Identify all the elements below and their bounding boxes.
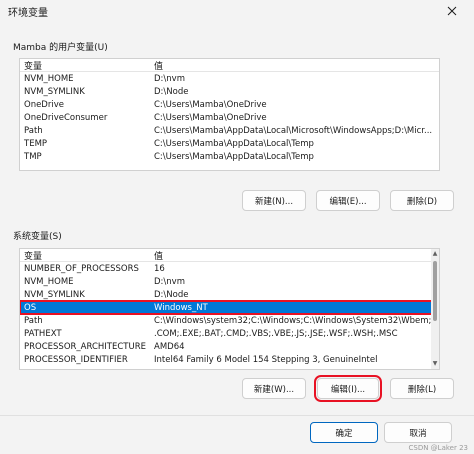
system-new-button[interactable]: 新建(W)...	[242, 378, 306, 399]
variable-value: Windows_NT	[154, 302, 208, 313]
variable-name: NVM_SYMLINK	[24, 86, 85, 97]
table-row[interactable]: PROCESSOR_ARCHITECTURE AMD64	[20, 340, 439, 353]
table-row[interactable]: TMP C:\Users\Mamba\AppData\Local\Temp	[20, 150, 439, 163]
variable-name: TEMP	[24, 138, 48, 149]
variable-name: NVM_HOME	[24, 73, 74, 84]
scroll-down-icon[interactable]: ▼	[432, 361, 438, 367]
user-edit-button[interactable]: 编辑(E)...	[316, 190, 380, 211]
variable-value: AMD64	[154, 341, 185, 352]
system-list-scrollbar[interactable]: ▲ ▼	[431, 249, 439, 369]
title-bar: 环境变量	[0, 0, 474, 22]
column-header-value[interactable]: 值	[151, 59, 439, 72]
table-row[interactable]: OneDrive C:\Users\Mamba\OneDrive	[20, 98, 439, 111]
user-variables-list[interactable]: 变量 值 NVM_HOME D:\nvm NVM_SYMLINK D:\Node…	[19, 58, 440, 171]
table-row[interactable]: Path C:\Windows\system32;C:\Windows;C:\W…	[20, 314, 439, 327]
user-new-button[interactable]: 新建(N)...	[242, 190, 306, 211]
variable-value: C:\Users\Mamba\AppData\Local\Microsoft\W…	[154, 125, 433, 136]
variable-value: C:\Users\Mamba\AppData\Local\Temp	[154, 151, 314, 162]
variable-name: PATHEXT	[24, 328, 62, 339]
variable-name: PROCESSOR_ARCHITECTURE	[24, 341, 146, 352]
column-header-variable[interactable]: 变量	[20, 59, 151, 72]
variable-value: C:\Windows\system32;C:\Windows;C:\Window…	[154, 315, 439, 326]
variable-name: OneDriveConsumer	[24, 112, 108, 123]
variable-value: D:\nvm	[154, 276, 185, 287]
table-row[interactable]: NUMBER_OF_PROCESSORS 16	[20, 262, 439, 275]
variable-name: NUMBER_OF_PROCESSORS	[24, 263, 139, 274]
scroll-up-icon[interactable]: ▲	[432, 251, 438, 257]
variable-value: C:\Users\Mamba\AppData\Local\Temp	[154, 138, 314, 149]
system-variables-list[interactable]: 变量 值 NUMBER_OF_PROCESSORS 16 NVM_HOME D:…	[19, 248, 440, 370]
window-title: 环境变量	[8, 8, 48, 19]
variable-value: D:\nvm	[154, 73, 185, 84]
variable-value: .COM;.EXE;.BAT;.CMD;.VBS;.VBE;.JS;.JSE;.…	[154, 328, 398, 339]
variable-name: TMP	[24, 151, 42, 162]
system-edit-button[interactable]: 编辑(I)...	[314, 375, 382, 402]
variable-name: OS	[24, 302, 37, 313]
table-row[interactable]: Path C:\Users\Mamba\AppData\Local\Micros…	[20, 124, 439, 137]
user-delete-button[interactable]: 删除(D)	[390, 190, 454, 211]
variable-name: NVM_HOME	[24, 276, 74, 287]
table-row[interactable]: NVM_HOME D:\nvm	[20, 275, 439, 288]
system-variables-label: 系统变量(S)	[13, 232, 62, 242]
variable-name: OneDrive	[24, 99, 64, 110]
variable-value: D:\Node	[154, 289, 189, 300]
table-row[interactable]: NVM_SYMLINK D:\Node	[20, 288, 439, 301]
scroll-thumb[interactable]	[433, 261, 437, 321]
system-list-header: 变量 值	[20, 249, 439, 262]
column-header-value[interactable]: 值	[151, 249, 439, 262]
table-row[interactable]: TEMP C:\Users\Mamba\AppData\Local\Temp	[20, 137, 439, 150]
user-variables-label: Mamba 的用户变量(U)	[13, 43, 108, 53]
watermark: CSDN @Laker 23	[408, 444, 469, 452]
variable-name: Path	[24, 315, 43, 326]
table-row-selected[interactable]: OS Windows_NT	[20, 300, 439, 315]
variable-value: Intel64 Family 6 Model 154 Stepping 3, G…	[154, 354, 378, 365]
table-row[interactable]: PATHEXT .COM;.EXE;.BAT;.CMD;.VBS;.VBE;.J…	[20, 327, 439, 340]
table-row[interactable]: OneDriveConsumer C:\Users\Mamba\OneDrive	[20, 111, 439, 124]
user-list-header: 变量 值	[20, 59, 439, 72]
cancel-button[interactable]: 取消	[384, 422, 452, 443]
table-row[interactable]: NVM_HOME D:\nvm	[20, 72, 439, 85]
variable-value: D:\Node	[154, 86, 189, 97]
variable-name: Path	[24, 125, 43, 136]
close-icon	[447, 6, 457, 16]
ok-button[interactable]: 确定	[310, 422, 378, 443]
variable-value: 16	[154, 263, 165, 274]
close-button[interactable]	[430, 0, 474, 22]
variable-name: NVM_SYMLINK	[24, 289, 85, 300]
column-header-variable[interactable]: 变量	[20, 249, 151, 262]
variable-value: C:\Users\Mamba\OneDrive	[154, 112, 267, 123]
system-delete-button[interactable]: 删除(L)	[390, 378, 454, 399]
variable-name: PROCESSOR_IDENTIFIER	[24, 354, 128, 365]
variable-value: C:\Users\Mamba\OneDrive	[154, 99, 267, 110]
table-row[interactable]: PROCESSOR_IDENTIFIER Intel64 Family 6 Mo…	[20, 353, 439, 366]
table-row[interactable]: NVM_SYMLINK D:\Node	[20, 85, 439, 98]
